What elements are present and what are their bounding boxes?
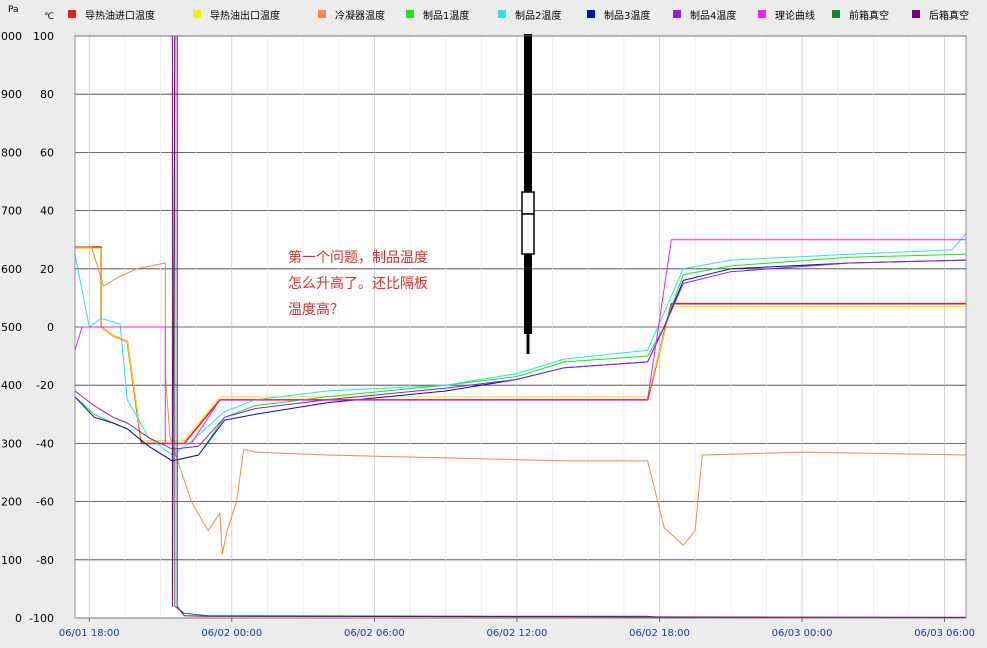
annotation-line: 怎么升高了。还比隔板 [288,275,428,292]
marker-handle-lower [521,213,535,255]
right-tick-label: 60 [40,146,54,159]
right-tick-label: -60 [36,496,54,509]
legend-label: 制品2温度 [515,9,561,22]
legend-swatch [673,10,681,18]
right-tick-label: 80 [40,88,54,101]
marker-bar [524,34,532,334]
legend-swatch [912,10,920,18]
legend-swatch [498,10,506,18]
x-tick-label: 06/01 18:00 [59,628,120,639]
annotation-line: 第一个问题，制品温度 [288,249,428,266]
right-tick-label: 20 [40,263,54,276]
legend-label: 导热油出口温度 [210,9,280,22]
right-tick-label: -80 [36,554,54,567]
left-tick-label: 700 [1,205,22,218]
right-tick-label: 0 [47,321,54,334]
left-tick-label: 100 [1,554,22,567]
legend-label: 导热油进口温度 [85,9,155,22]
legend: 导热油进口温度 导热油出口温度 冷凝器温度 制品1温度 制品2温度 制品3温度 制品4温度 理… [68,9,969,22]
legend-label: 前箱真空 [849,9,889,22]
x-tick-label: 06/02 18:00 [629,628,690,639]
legend-label: 冷凝器温度 [335,9,385,22]
legend-swatch [587,10,595,18]
legend-label: 制品3温度 [604,9,650,22]
legend-label: 理论曲线 [775,9,815,22]
legend-swatch [406,10,414,18]
legend-swatch [193,10,201,18]
legend-label: 制品1温度 [423,9,469,22]
x-tick-label: 06/03 06:00 [914,628,975,639]
legend-label: 后箱真空 [929,9,969,22]
left-axis-unit: Pa [8,5,19,15]
right-tick-label: 40 [40,205,54,218]
left-tick-label: 300 [1,437,22,450]
legend-swatch [758,10,766,18]
left-tick-label: 200 [1,496,22,509]
right-axis-unit: ℃ [44,12,54,22]
right-tick-label: -100 [29,612,54,625]
chart: 0 -100 100 -80 200 -60 300 -40 400 -20 500 0 600 20 70… [0,5,975,639]
left-tick-label: 800 [1,146,22,159]
right-tick-label: 100 [33,30,54,43]
left-tick-label: 600 [1,263,22,276]
x-tick-label: 06/03 00:00 [772,628,833,639]
left-tick-label: 400 [1,379,22,392]
x-tick-label: 06/02 06:00 [344,628,405,639]
x-tick-label: 06/02 00:00 [201,628,262,639]
right-tick-label: -40 [36,437,54,450]
left-tick-label: 900 [1,88,22,101]
legend-swatch [318,10,326,18]
legend-label: 制品4温度 [690,9,736,22]
right-tick-label: -20 [36,379,54,392]
x-tick-label: 06/02 12:00 [487,628,548,639]
marker-handle-upper [521,191,535,215]
left-tick-label: 500 [1,321,22,334]
left-tick-label: 1000 [0,30,22,43]
legend-swatch [68,10,76,18]
legend-swatch [832,10,840,18]
left-tick-label: 0 [15,612,22,625]
annotation-line: 温度高？ [288,301,344,318]
